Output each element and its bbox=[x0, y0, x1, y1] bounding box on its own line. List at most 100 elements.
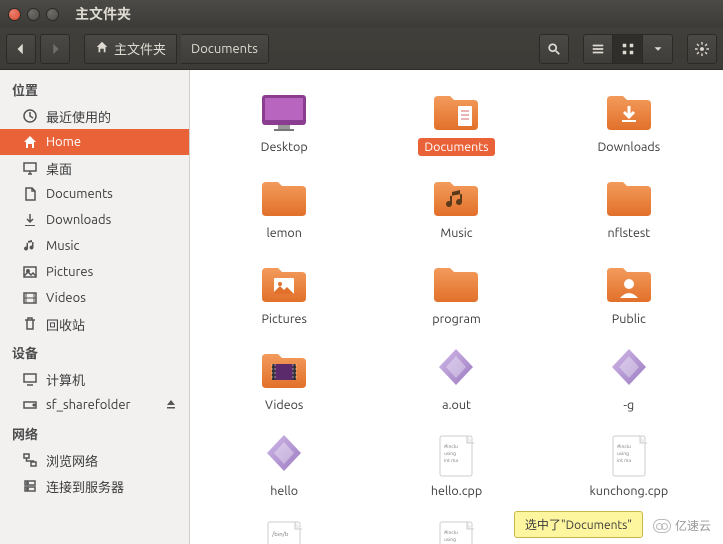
svg-text:int ma: int ma bbox=[444, 457, 458, 463]
sidebar-heading-network: 网络 bbox=[0, 418, 189, 447]
breadcrumb-current[interactable]: Documents bbox=[181, 34, 269, 64]
file-label: nflstest bbox=[601, 224, 656, 242]
sidebar-item-label: Music bbox=[46, 239, 80, 253]
file-label: Downloads bbox=[591, 138, 666, 156]
folder-music-icon bbox=[430, 176, 482, 220]
sidebar-item-network[interactable]: 浏览网络 bbox=[0, 447, 189, 473]
sidebar-item-computer[interactable]: 计算机 bbox=[0, 366, 189, 392]
file-label: kunchong.cpp bbox=[584, 482, 675, 500]
file-label: hello.cpp bbox=[425, 482, 488, 500]
music-icon bbox=[22, 238, 38, 254]
sidebar-item-documents[interactable]: Documents bbox=[0, 181, 189, 207]
file-label: hello bbox=[264, 482, 304, 500]
folder-video-icon bbox=[258, 348, 310, 392]
window-controls bbox=[0, 8, 67, 21]
file-item[interactable]: program bbox=[370, 258, 542, 332]
recent-icon bbox=[22, 108, 38, 124]
desktop-icon bbox=[258, 90, 310, 134]
window-title: 主文件夹 bbox=[75, 4, 131, 24]
titlebar: 主文件夹 bbox=[0, 0, 723, 28]
file-item[interactable]: #incluusingint makunchong.cpp bbox=[543, 430, 715, 504]
sidebar-item-pictures[interactable]: Pictures bbox=[0, 259, 189, 285]
computer-icon bbox=[22, 371, 38, 387]
sidebar-item-recent[interactable]: 最近使用的 bbox=[0, 103, 189, 129]
sidebar-item-home[interactable]: Home bbox=[0, 129, 189, 155]
exec-icon bbox=[603, 348, 655, 392]
list-view-button[interactable] bbox=[583, 34, 613, 64]
folder-icon bbox=[258, 176, 310, 220]
view-group bbox=[583, 34, 673, 64]
svg-text:#inclu: #inclu bbox=[444, 529, 458, 535]
svg-text:using: using bbox=[444, 536, 456, 542]
sidebar-item-label: Videos bbox=[46, 291, 86, 305]
file-item[interactable]: Videos bbox=[198, 344, 370, 418]
folder-icon bbox=[603, 176, 655, 220]
file-item[interactable]: Music bbox=[370, 172, 542, 246]
back-button[interactable] bbox=[6, 34, 36, 64]
downloads-icon bbox=[22, 212, 38, 228]
icon-view-button[interactable] bbox=[613, 34, 643, 64]
drive-icon bbox=[22, 397, 38, 413]
cpp-icon: #incluusingint ma bbox=[430, 520, 482, 544]
view-options-button[interactable] bbox=[643, 34, 673, 64]
maximize-button[interactable] bbox=[46, 8, 59, 21]
file-item[interactable]: nflstest bbox=[543, 172, 715, 246]
forward-button[interactable] bbox=[40, 34, 70, 64]
sidebar-item-label: 浏览网络 bbox=[46, 451, 98, 470]
settings-button[interactable] bbox=[687, 34, 717, 64]
file-item[interactable]: /bin/bkunchongfanzhi.cpp bbox=[198, 516, 370, 544]
file-item[interactable]: hello bbox=[198, 430, 370, 504]
toolbar: 主文件夹 Documents bbox=[0, 28, 723, 70]
sidebar-item-trash[interactable]: 回收站 bbox=[0, 311, 189, 337]
sidebar-item-label: 桌面 bbox=[46, 159, 72, 178]
svg-text:/bin/b: /bin/b bbox=[271, 531, 289, 538]
svg-text:#inclu: #inclu bbox=[444, 443, 458, 449]
home-icon bbox=[22, 134, 38, 150]
minimize-button[interactable] bbox=[27, 8, 40, 21]
file-item[interactable]: lemon bbox=[198, 172, 370, 246]
folder-down-icon bbox=[603, 90, 655, 134]
sidebar-item-desktop[interactable]: 桌面 bbox=[0, 155, 189, 181]
file-label: Documents bbox=[418, 138, 494, 156]
videos-icon bbox=[22, 290, 38, 306]
svg-text:int ma: int ma bbox=[617, 457, 631, 463]
file-label: Public bbox=[606, 310, 652, 328]
network-icon bbox=[22, 452, 38, 468]
file-item[interactable]: -g bbox=[543, 344, 715, 418]
file-item[interactable]: Downloads bbox=[543, 86, 715, 160]
sidebar-item-label: 连接到服务器 bbox=[46, 477, 124, 496]
search-button[interactable] bbox=[539, 34, 569, 64]
file-item[interactable]: Documents bbox=[370, 86, 542, 160]
close-button[interactable] bbox=[8, 8, 21, 21]
file-label: Desktop bbox=[255, 138, 314, 156]
file-label: program bbox=[426, 310, 486, 328]
svg-text:using: using bbox=[444, 450, 456, 456]
pictures-icon bbox=[22, 264, 38, 280]
sidebar-item-drive[interactable]: sf_sharefolder bbox=[0, 392, 189, 418]
file-item[interactable]: #incluusingint ma hello.cpp bbox=[370, 430, 542, 504]
file-item[interactable]: Desktop bbox=[198, 86, 370, 160]
file-item[interactable]: a.out bbox=[370, 344, 542, 418]
cpp-icon: #incluusingint ma bbox=[430, 434, 482, 478]
file-label: Music bbox=[434, 224, 478, 242]
breadcrumb-current-label: Documents bbox=[191, 42, 258, 56]
sidebar-heading-devices: 设备 bbox=[0, 337, 189, 366]
sidebar-item-label: 计算机 bbox=[46, 370, 85, 389]
sidebar-item-label: sf_sharefolder bbox=[46, 398, 130, 412]
sidebar-item-videos[interactable]: Videos bbox=[0, 285, 189, 311]
file-item[interactable]: Pictures bbox=[198, 258, 370, 332]
breadcrumb-home[interactable]: 主文件夹 bbox=[84, 34, 177, 64]
svg-text:#inclu: #inclu bbox=[617, 443, 631, 449]
sidebar-item-music[interactable]: Music bbox=[0, 233, 189, 259]
sidebar-item-downloads[interactable]: Downloads bbox=[0, 207, 189, 233]
sidebar-heading-places: 位置 bbox=[0, 74, 189, 103]
sidebar-item-label: Pictures bbox=[46, 265, 93, 279]
sidebar-item-server[interactable]: 连接到服务器 bbox=[0, 473, 189, 499]
eject-icon[interactable] bbox=[165, 398, 177, 413]
exec-icon bbox=[430, 348, 482, 392]
file-pane[interactable]: Desktop Documents Downloads lemon Music nflst… bbox=[190, 70, 723, 544]
server-icon bbox=[22, 478, 38, 494]
file-item[interactable]: Public bbox=[543, 258, 715, 332]
sidebar-item-label: Documents bbox=[46, 187, 113, 201]
sidebar-item-label: Downloads bbox=[46, 213, 111, 227]
